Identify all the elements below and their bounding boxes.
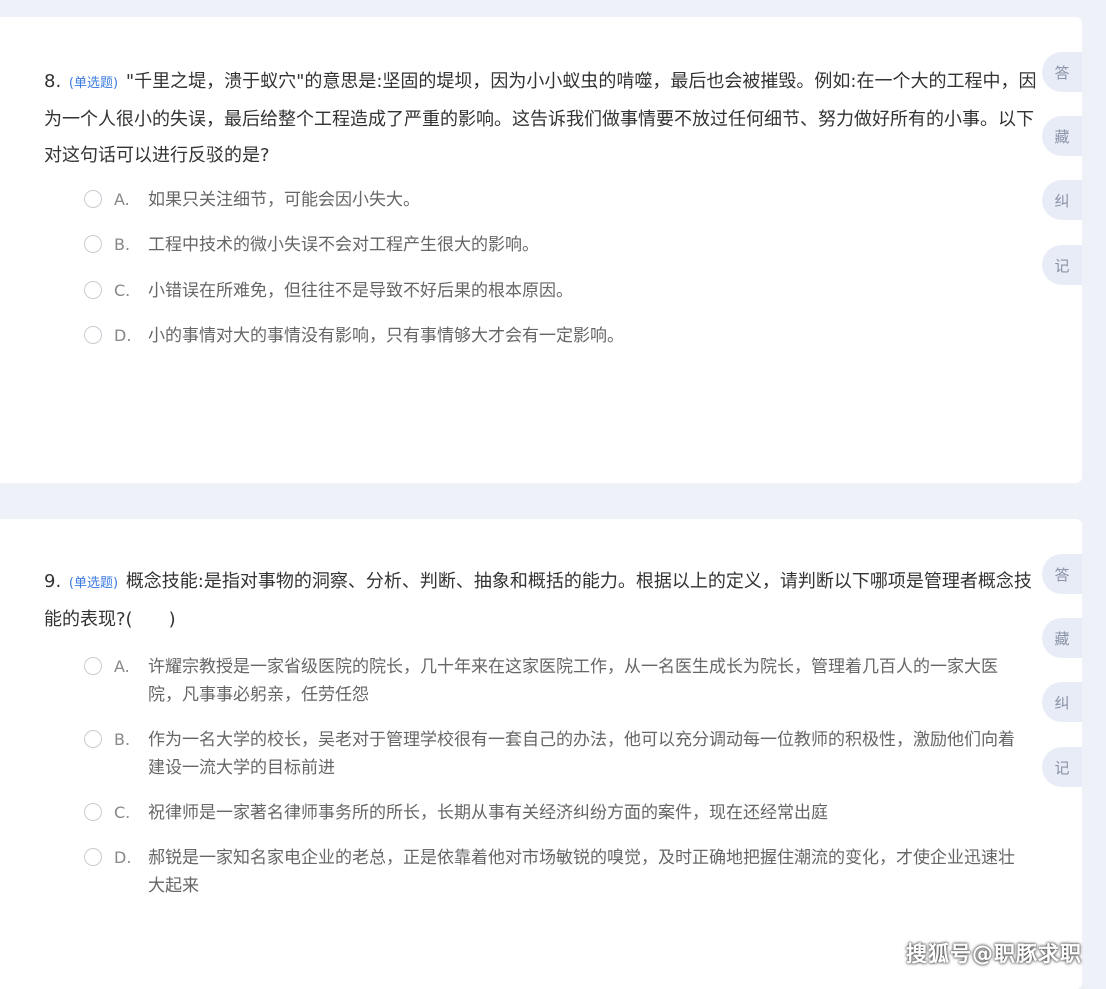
- option-text: 郝锐是一家知名家电企业的老总，正是依靠着他对市场敏锐的嗅觉，及时正确地把握住潮流…: [148, 848, 1015, 896]
- question-type-badge: (单选题): [68, 76, 119, 91]
- question-number: 9.: [44, 571, 62, 592]
- option-letter: D.: [114, 326, 132, 345]
- note-button[interactable]: 记: [1042, 747, 1082, 787]
- collect-button[interactable]: 藏: [1042, 116, 1082, 156]
- option-letter: B.: [114, 235, 131, 254]
- option-text: 许耀宗教授是一家省级医院的院长，几十年来在这家医院工作，从一名医生成长为院长，管…: [148, 657, 998, 705]
- question-stem-9: 9. (单选题) 概念技能:是指对事物的洞察、分析、判断、抽象和概括的能力。根据…: [44, 564, 1038, 638]
- question-number: 8.: [44, 71, 62, 92]
- option-letter: C.: [114, 803, 131, 822]
- question-type-badge: (单选题): [68, 576, 119, 591]
- radio-button[interactable]: [84, 326, 102, 344]
- option-letter: B.: [114, 730, 131, 749]
- radio-button[interactable]: [84, 235, 102, 253]
- answer-button[interactable]: 答: [1042, 52, 1082, 92]
- radio-button[interactable]: [84, 848, 102, 866]
- radio-button[interactable]: [84, 730, 102, 748]
- option-letter: A.: [114, 190, 130, 209]
- radio-button[interactable]: [84, 657, 102, 675]
- question-text: "千里之堤，溃于蚁穴"的意思是:坚固的堤坝，因为小小蚁虫的啃噬，最后也会被摧毁。…: [44, 71, 1037, 166]
- error-report-button[interactable]: 纠: [1042, 682, 1082, 722]
- radio-button[interactable]: [84, 190, 102, 208]
- option-text: 小的事情对大的事情没有影响，只有事情够大才会有一定影响。: [148, 326, 624, 346]
- error-report-button[interactable]: 纠: [1042, 180, 1082, 220]
- question-stem-8: 8. (单选题) "千里之堤，溃于蚁穴"的意思是:坚固的堤坝，因为小小蚁虫的啃噬…: [44, 64, 1038, 174]
- option-text: 作为一名大学的校长，吴老对于管理学校很有一套自己的办法，他可以充分调动每一位教师…: [148, 730, 1015, 778]
- question-text: 概念技能:是指对事物的洞察、分析、判断、抽象和概括的能力。根据以上的定义，请判断…: [44, 571, 1032, 630]
- collect-button[interactable]: 藏: [1042, 618, 1082, 658]
- option-text: 如果只关注细节，可能会因小失大。: [148, 190, 420, 210]
- option-text: 工程中技术的微小失误不会对工程产生很大的影响。: [148, 235, 539, 255]
- option-letter: D.: [114, 848, 132, 867]
- answer-button[interactable]: 答: [1042, 554, 1082, 594]
- option-text: 小错误在所难免，但往往不是导致不好后果的根本原因。: [148, 281, 573, 301]
- radio-button[interactable]: [84, 281, 102, 299]
- option-letter: A.: [114, 657, 130, 676]
- note-button[interactable]: 记: [1042, 245, 1082, 285]
- watermark: 搜狐号@职豚求职: [906, 942, 1082, 966]
- option-text: 祝律师是一家著名律师事务所的所长，长期从事有关经济纠纷方面的案件，现在还经常出庭: [148, 803, 828, 823]
- radio-button[interactable]: [84, 803, 102, 821]
- option-letter: C.: [114, 281, 131, 300]
